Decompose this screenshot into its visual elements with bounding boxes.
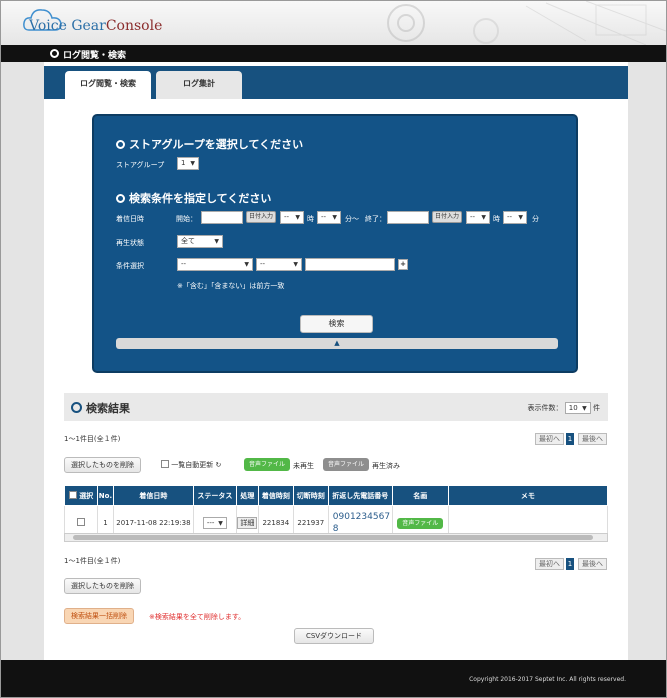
row-status-select[interactable]: --- ▼ — [202, 516, 227, 529]
delete-all-note: ※検索結果を全て削除します。 — [149, 613, 246, 621]
chevron-down-icon: ▼ — [218, 519, 223, 527]
delete-all-results-button[interactable]: 検索結果一括削除 — [64, 608, 134, 624]
auto-refresh-checkbox[interactable] — [161, 460, 169, 468]
chevron-down-icon: ▼ — [582, 405, 587, 412]
app-header: Voice GearConsole — [1, 1, 666, 45]
col-status: ステータス — [192, 485, 237, 506]
search-panel: ストアグループを選択してください ストアグループ 1 ▼ 検索条件を指定してくださ… — [92, 114, 578, 373]
search-condition-section-title: 検索条件を指定してください — [116, 190, 271, 206]
store-group-section-title: ストアグループを選択してください — [116, 136, 303, 152]
last-page-link-bottom[interactable]: 最後へ — [578, 558, 607, 570]
last-page-link[interactable]: 最後へ — [578, 433, 607, 445]
delete-selected-button[interactable]: 選択したものを削除 — [64, 457, 141, 473]
col-no: No. — [96, 485, 114, 506]
unplayed-legend: 未再生 — [293, 462, 314, 470]
end-minute-select[interactable]: -- ▼ — [503, 211, 527, 224]
col-phone: 折返し先電話番号 — [327, 485, 393, 506]
condition-label: 条件選択 — [116, 262, 144, 270]
start-date-button[interactable]: 日付入力 — [246, 211, 276, 223]
condition-note: ※「含む」「含まない」は前方一致 — [177, 282, 285, 290]
per-page-select[interactable]: 10 ▼ — [564, 402, 591, 414]
col-select[interactable]: 選択 — [64, 485, 98, 506]
col-action: 処理 — [235, 485, 259, 506]
scrollbar-thumb[interactable] — [73, 535, 593, 540]
search-button[interactable]: 検索 — [300, 315, 373, 333]
chevron-down-icon: ▼ — [481, 214, 486, 221]
condition-field-select[interactable]: -- ▼ — [177, 258, 253, 271]
audio-file-legend-unplayed: 音声ファイル — [244, 458, 290, 471]
first-page-link[interactable]: 最初へ — [535, 433, 564, 445]
app-window: Voice GearConsole ログ閲覧・検索 ログ閲覧・検索 ログ集計 ス… — [0, 0, 667, 698]
triangle-up-icon: ▲ — [334, 339, 340, 347]
audio-file-legend-played: 音声ファイル — [323, 458, 369, 471]
played-legend: 再生済み — [372, 462, 400, 470]
play-status-select[interactable]: 全て ▼ — [177, 235, 223, 248]
select-all-checkbox[interactable] — [68, 490, 77, 499]
chevron-down-icon: ▼ — [214, 238, 219, 245]
chevron-down-icon: ▼ — [295, 214, 300, 221]
copyright-text: Copyright 2016-2017 Septet Inc. All righ… — [469, 676, 626, 683]
minute-unit-end: 分 — [532, 215, 539, 223]
logo-text: Voice GearConsole — [29, 18, 163, 34]
chevron-down-icon: ▼ — [293, 261, 298, 268]
row-audio-file-button[interactable]: 音声ファイル — [397, 518, 444, 529]
collapse-panel-bar[interactable]: ▲ — [116, 338, 558, 349]
col-memo: メモ — [447, 485, 609, 506]
table-horizontal-scrollbar[interactable] — [64, 533, 608, 542]
start-hour-select[interactable]: -- ▼ — [280, 211, 304, 224]
store-group-select[interactable]: 1 ▼ — [177, 157, 199, 170]
end-hour-select[interactable]: -- ▼ — [466, 211, 490, 224]
results-table: 選択 No. 着信日時 ステータス 処理 着信時刻 切断時刻 折返し先電話番号 … — [64, 485, 609, 540]
circle-icon — [116, 194, 125, 203]
circle-icon — [116, 140, 125, 149]
circle-icon — [71, 402, 82, 413]
end-label: 終了： — [365, 215, 386, 223]
current-page[interactable]: 1 — [566, 433, 574, 445]
start-minute-select[interactable]: -- ▼ — [317, 211, 341, 224]
store-group-label: ストアグループ — [116, 161, 165, 169]
minute-unit: 分～ — [345, 215, 359, 223]
chevron-down-icon: ▼ — [518, 214, 523, 221]
per-page-control: 表示件数： 10 ▼ 件 — [527, 402, 600, 414]
col-datetime: 着信日時 — [112, 485, 194, 506]
condition-operator-select[interactable]: -- ▼ — [256, 258, 302, 271]
start-date-input[interactable] — [201, 211, 243, 224]
result-count-bottom: 1～1件目(全１件) — [64, 557, 121, 565]
chevron-down-icon: ▼ — [244, 261, 249, 268]
tab-log-summary[interactable]: ログ集計 — [156, 71, 242, 99]
col-in-time: 着信時刻 — [257, 485, 294, 506]
refresh-icon: ↻ — [215, 461, 222, 469]
title-bar: ログ閲覧・検索 — [1, 45, 666, 62]
play-status-label: 再生状態 — [116, 239, 144, 247]
col-cut-time: 切断時刻 — [292, 485, 329, 506]
circle-icon — [50, 49, 59, 58]
footer: Copyright 2016-2017 Septet Inc. All righ… — [1, 660, 666, 697]
end-date-input[interactable] — [387, 211, 429, 224]
results-header: 検索結果 表示件数： 10 ▼ 件 — [64, 393, 608, 421]
tab-log-search[interactable]: ログ閲覧・検索 — [65, 71, 151, 99]
start-label: 開始： — [176, 215, 197, 223]
app-logo[interactable]: Voice GearConsole — [23, 6, 163, 38]
row-checkbox[interactable] — [76, 518, 85, 526]
table-header-row: 選択 No. 着信日時 ステータス 処理 着信時刻 切断時刻 折返し先電話番号 … — [64, 485, 609, 506]
row-detail-button[interactable]: 詳細 — [237, 516, 258, 529]
current-page-bottom[interactable]: 1 — [566, 558, 574, 570]
chevron-down-icon: ▼ — [190, 160, 195, 167]
hour-unit-end: 時 — [493, 215, 500, 223]
first-page-link-bottom[interactable]: 最初へ — [535, 558, 564, 570]
hour-unit: 時 — [307, 215, 314, 223]
result-count-top: 1～1件目(全１件) — [64, 435, 121, 443]
condition-value-input[interactable] — [305, 258, 395, 271]
datetime-label: 着信日時 — [116, 215, 144, 223]
delete-selected-button-bottom[interactable]: 選択したものを削除 — [64, 578, 141, 594]
header-decoration — [387, 1, 666, 45]
page-title: ログ閲覧・検索 — [63, 51, 127, 61]
add-condition-button[interactable]: + — [398, 259, 408, 270]
end-date-button[interactable]: 日付入力 — [432, 211, 462, 223]
auto-refresh-toggle[interactable]: 一覧自動更新 ↻ — [161, 460, 221, 470]
results-title: 検索結果 — [86, 402, 130, 415]
chevron-down-icon: ▼ — [332, 214, 337, 221]
csv-download-button[interactable]: CSVダウンロード — [294, 628, 374, 644]
col-file: 名画 — [391, 485, 449, 506]
